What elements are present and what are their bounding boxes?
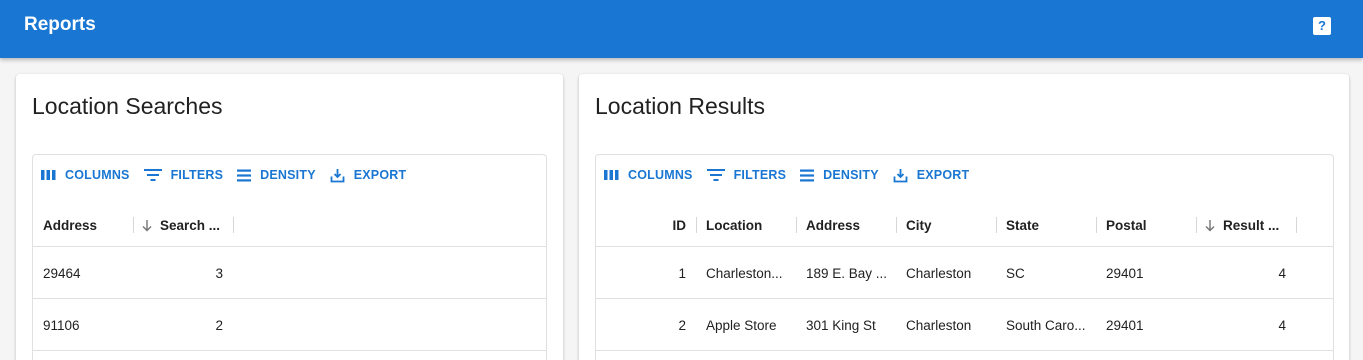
state-cell: South Caro... <box>1006 317 1086 333</box>
location-cell: Apple Store <box>706 317 777 333</box>
density-label: DENSITY <box>823 168 879 182</box>
column-separator[interactable] <box>133 217 134 233</box>
search-count-cell: 2 <box>215 317 223 333</box>
column-separator[interactable] <box>233 217 234 233</box>
column-header-city[interactable]: City <box>906 203 994 247</box>
column-header-search-count-label: Search ... <box>160 217 221 233</box>
filters-button[interactable]: FILTERS <box>706 168 787 182</box>
address-cell: 189 E. Bay ... <box>806 265 888 281</box>
location-results-grid: COLUMNS FILTERS DENSITY EXPORT ID Locati… <box>595 154 1334 360</box>
density-icon <box>237 169 252 181</box>
column-header-result-count-label: Result ... <box>1223 217 1280 233</box>
location-results-title: Location Results <box>595 93 766 119</box>
grid-toolbar: COLUMNS FILTERS DENSITY EXPORT <box>41 165 420 185</box>
column-header-location[interactable]: Location <box>706 203 794 247</box>
id-cell: 2 <box>678 317 686 333</box>
grid-header: Address Search ... <box>33 203 546 247</box>
column-separator[interactable] <box>696 217 697 233</box>
column-separator[interactable] <box>1196 217 1197 233</box>
export-button[interactable]: EXPORT <box>330 168 407 183</box>
city-cell: Charleston <box>906 265 972 281</box>
columns-icon <box>41 170 56 180</box>
filter-icon <box>706 169 725 181</box>
export-button[interactable]: EXPORT <box>893 168 970 183</box>
column-header-postal[interactable]: Postal <box>1106 203 1194 247</box>
result-count-cell: 4 <box>1278 265 1286 281</box>
density-icon <box>800 169 815 181</box>
column-separator[interactable] <box>896 217 897 233</box>
density-button[interactable]: DENSITY <box>800 168 879 182</box>
column-header-search-count[interactable]: Search ... <box>141 203 233 247</box>
column-header-id[interactable]: ID <box>604 203 687 247</box>
result-count-cell: 4 <box>1278 317 1286 333</box>
table-row[interactable]: 91106 2 <box>33 299 546 351</box>
postal-cell: 29401 <box>1106 317 1144 333</box>
export-label: EXPORT <box>353 168 407 182</box>
column-separator[interactable] <box>996 217 997 233</box>
columns-button[interactable]: COLUMNS <box>604 168 693 182</box>
state-cell: SC <box>1006 265 1025 281</box>
columns-label: COLUMNS <box>65 168 130 182</box>
address-cell: 301 King St <box>806 317 876 333</box>
page-title: Reports <box>24 14 96 35</box>
location-searches-card: Location Searches COLUMNS FILTERS DENSIT… <box>16 74 563 360</box>
density-label: DENSITY <box>260 168 316 182</box>
id-cell: 1 <box>678 265 686 281</box>
table-row[interactable]: 1 Charleston... 189 E. Bay ... Charlesto… <box>596 247 1333 299</box>
sort-descending-icon <box>142 219 152 231</box>
app-bar: Reports ? <box>0 0 1363 58</box>
column-separator[interactable] <box>1096 217 1097 233</box>
location-searches-grid: COLUMNS FILTERS DENSITY EXPORT Address S… <box>32 154 547 360</box>
table-row[interactable]: 29464 3 <box>33 247 546 299</box>
location-cell: Charleston... <box>706 265 783 281</box>
export-label: EXPORT <box>916 168 970 182</box>
export-icon <box>893 168 908 182</box>
location-searches-title: Location Searches <box>32 93 223 119</box>
column-header-state[interactable]: State <box>1006 203 1094 247</box>
sort-descending-icon <box>1205 219 1215 231</box>
column-separator[interactable] <box>1296 217 1297 233</box>
export-icon <box>330 168 345 182</box>
filters-label: FILTERS <box>170 168 224 182</box>
column-header-address[interactable]: Address <box>806 203 894 247</box>
filters-label: FILTERS <box>733 168 787 182</box>
help-button[interactable]: ? <box>1313 17 1331 35</box>
address-cell: 91106 <box>43 317 80 333</box>
table-row[interactable]: 2 Apple Store 301 King St Charleston Sou… <box>596 299 1333 351</box>
filter-icon <box>143 169 162 181</box>
grid-toolbar: COLUMNS FILTERS DENSITY EXPORT <box>604 165 983 185</box>
postal-cell: 29401 <box>1106 265 1144 281</box>
city-cell: Charleston <box>906 317 972 333</box>
columns-button[interactable]: COLUMNS <box>41 168 130 182</box>
search-count-cell: 3 <box>215 265 223 281</box>
location-results-card: Location Results COLUMNS FILTERS DENSITY… <box>579 74 1349 360</box>
density-button[interactable]: DENSITY <box>237 168 316 182</box>
columns-label: COLUMNS <box>628 168 693 182</box>
filters-button[interactable]: FILTERS <box>143 168 224 182</box>
columns-icon <box>604 170 619 180</box>
grid-header: ID Location Address City State Postal Re… <box>596 203 1333 247</box>
column-header-address[interactable]: Address <box>43 203 131 247</box>
address-cell: 29464 <box>43 265 81 281</box>
column-separator[interactable] <box>796 217 797 233</box>
column-header-result-count[interactable]: Result ... <box>1204 203 1296 247</box>
